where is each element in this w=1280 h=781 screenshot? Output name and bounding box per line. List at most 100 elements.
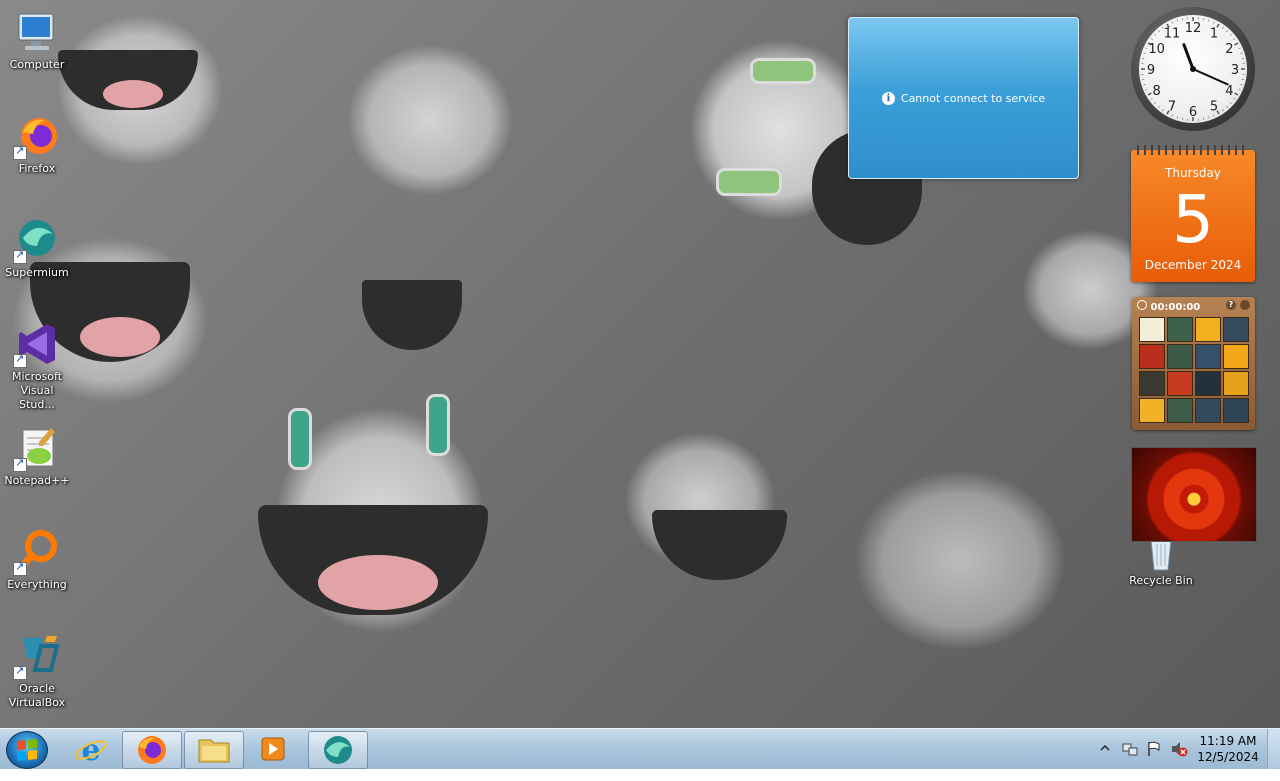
clock-tick <box>1222 27 1223 29</box>
clock-tick <box>1213 21 1214 23</box>
clock-tick <box>1208 20 1209 22</box>
slideshow-gadget[interactable] <box>1131 447 1257 542</box>
puzzle-tile[interactable] <box>1167 344 1193 369</box>
clock-tick <box>1172 115 1173 117</box>
taskbar-item-file-explorer[interactable] <box>184 731 244 769</box>
notification-balloon[interactable]: i Cannot connect to service <box>848 17 1079 179</box>
start-button[interactable] <box>6 731 48 769</box>
calendar-day: 5 <box>1131 182 1255 258</box>
desktop-icon-label: Recycle Bin <box>1129 574 1192 587</box>
info-icon: i <box>882 92 895 105</box>
desktop-icon-computer[interactable]: Computer <box>1 8 73 72</box>
clock-face: 121234567891011 <box>1139 15 1247 123</box>
desktop-icon-label: Notepad++ <box>4 474 69 487</box>
show-hidden-icons-arrow[interactable] <box>1100 741 1110 781</box>
puzzle-tile[interactable] <box>1195 371 1221 396</box>
puzzle-tile[interactable] <box>1167 398 1193 423</box>
clock-tick <box>1233 98 1235 99</box>
calendar-month-year: December 2024 <box>1131 258 1255 272</box>
desktop-icon-virtualbox[interactable]: Oracle VirtualBox <box>1 632 73 710</box>
taskbar: e 11:19 AM 12/5/2024 <box>0 728 1280 769</box>
everything-search-icon <box>13 528 61 576</box>
puzzle-tile[interactable] <box>1223 371 1249 396</box>
taskbar-item-media-player[interactable] <box>244 731 302 767</box>
clock-numeral: 1 <box>1210 27 1218 42</box>
puzzle-tile[interactable] <box>1139 344 1165 369</box>
desktop-icon-visual-studio[interactable]: Microsoft Visual Stud... <box>1 320 73 412</box>
puzzle-tile[interactable] <box>1167 371 1193 396</box>
clock-numeral: 2 <box>1225 42 1233 57</box>
supermium-icon <box>309 732 367 768</box>
puzzle-timer: 00:00:00 <box>1150 302 1200 313</box>
taskbar-item-internet-explorer[interactable]: e <box>62 731 120 767</box>
action-center-flag-icon[interactable] <box>1146 741 1162 781</box>
clock-numeral: 10 <box>1148 42 1165 57</box>
puzzle-tile[interactable] <box>1195 344 1221 369</box>
puzzle-tile[interactable] <box>1223 398 1249 423</box>
clock-gadget[interactable]: 121234567891011 <box>1131 7 1255 131</box>
taskbar-clock[interactable]: 11:19 AM 12/5/2024 <box>1188 733 1268 765</box>
desktop-icon-firefox[interactable]: Firefox <box>1 112 73 176</box>
desktop-icon-supermium[interactable]: Supermium <box>1 216 73 280</box>
clock-numeral: 12 <box>1185 21 1202 36</box>
clock-tick <box>1222 109 1223 111</box>
network-icon[interactable] <box>1122 741 1138 781</box>
show-desktop-button[interactable] <box>1267 729 1280 769</box>
shortcut-arrow-icon <box>13 458 27 472</box>
recycle-bin-icon <box>1137 538 1185 572</box>
puzzle-tile[interactable] <box>1167 317 1193 342</box>
desktop-icon-notepad-plus-plus[interactable]: Notepad++ <box>1 424 73 488</box>
puzzle-help-button[interactable]: ? <box>1226 300 1236 310</box>
puzzle-tile[interactable] <box>1139 371 1165 396</box>
taskbar-date: 12/5/2024 <box>1188 749 1268 765</box>
clock-tick <box>1226 106 1227 107</box>
desktop-icon-label: Firefox <box>19 162 55 175</box>
shortcut-arrow-icon <box>13 250 27 264</box>
picture-puzzle-gadget[interactable]: 00:00:00 ? <box>1132 297 1255 430</box>
clock-tick <box>1172 21 1173 23</box>
puzzle-tile[interactable] <box>1139 317 1165 342</box>
internet-explorer-icon: e <box>62 731 120 767</box>
clock-tick <box>1158 30 1159 31</box>
desktop-icon-everything[interactable]: Everything <box>1 528 73 592</box>
puzzle-tile[interactable] <box>1195 398 1221 423</box>
clock-tick <box>1230 34 1231 35</box>
svg-text:e: e <box>81 733 100 767</box>
puzzle-tile[interactable] <box>1139 398 1165 423</box>
clock-tick <box>1177 117 1178 119</box>
wallpaper-figure-mouth <box>652 510 787 580</box>
wallpaper-figure-eye <box>288 408 312 470</box>
taskbar-item-supermium[interactable] <box>308 731 368 769</box>
firefox-icon <box>123 732 181 768</box>
notification-text: Cannot connect to service <box>901 92 1045 105</box>
clock-numeral: 4 <box>1225 84 1233 99</box>
desktop-wallpaper[interactable]: Computer Firefox Supermium Microsoft Vis… <box>0 0 1280 728</box>
notepad-plus-plus-icon <box>13 424 61 472</box>
clock-numeral: 7 <box>1168 99 1176 114</box>
shortcut-arrow-icon <box>13 562 27 576</box>
clock-hour-hand <box>1184 45 1193 69</box>
desktop-icon-label: Microsoft Visual Stud... <box>12 370 62 411</box>
clock-tick <box>1235 93 1238 95</box>
shortcut-arrow-icon <box>13 354 27 368</box>
clock-tick <box>1144 53 1146 54</box>
puzzle-tile[interactable] <box>1195 317 1221 342</box>
clock-tick <box>1151 38 1153 39</box>
calendar-gadget[interactable]: Thursday 5 December 2024 <box>1131 150 1255 282</box>
visual-studio-icon <box>13 320 61 368</box>
desktop-icon-recycle-bin[interactable]: Recycle Bin <box>1125 538 1197 588</box>
clock-tick <box>1148 93 1151 95</box>
taskbar-item-firefox[interactable] <box>122 731 182 769</box>
clock-tick <box>1241 84 1243 85</box>
clock-tick <box>1213 115 1214 117</box>
puzzle-timer-icon <box>1137 300 1147 310</box>
clock-center-pin <box>1190 66 1196 72</box>
puzzle-show-picture-icon[interactable] <box>1240 300 1250 310</box>
clock-tick <box>1208 117 1209 119</box>
volume-muted-icon[interactable] <box>1170 741 1188 781</box>
calendar-weekday: Thursday <box>1131 166 1255 180</box>
puzzle-tile[interactable] <box>1223 344 1249 369</box>
puzzle-tile[interactable] <box>1223 317 1249 342</box>
taskbar-time: 11:19 AM <box>1188 733 1268 749</box>
clock-tick <box>1144 84 1146 85</box>
